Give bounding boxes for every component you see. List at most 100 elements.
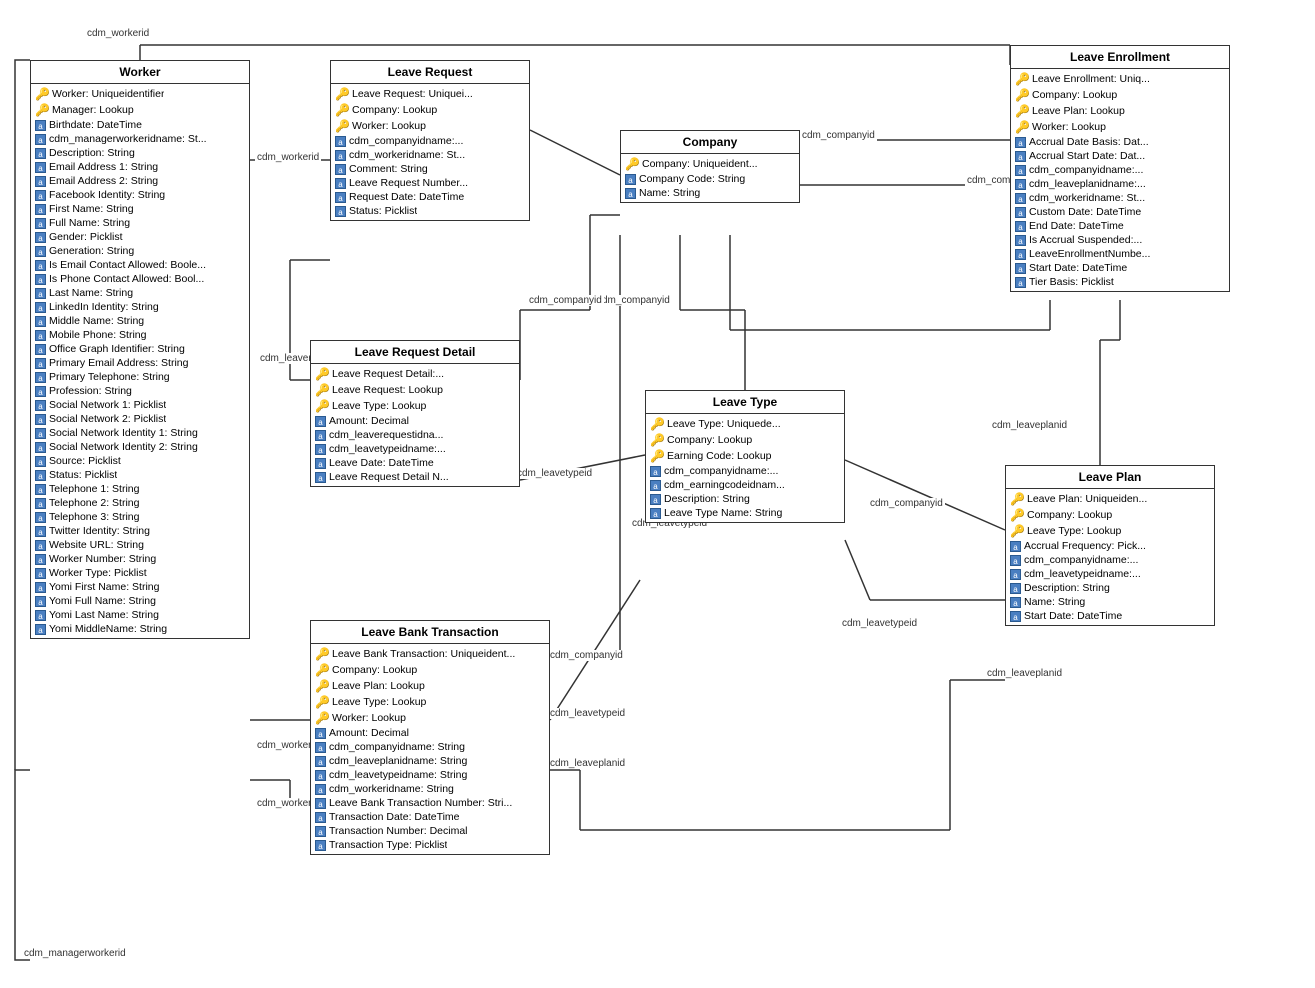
field-icon: a (1015, 179, 1026, 190)
field-icon: a (1010, 611, 1021, 622)
entity-body-leaveBankTransaction: 🔑Leave Bank Transaction: Uniqueident...🔑… (311, 644, 549, 854)
field-text: LeaveEnrollmentNumbe... (1029, 248, 1150, 260)
table-row: 🔑Worker: Lookup (331, 118, 529, 134)
table-row: aAmount: Decimal (311, 726, 549, 740)
table-row: acdm_companyidname:... (331, 134, 529, 148)
table-row: acdm_workeridname: St... (331, 148, 529, 162)
entity-header-company: Company (621, 131, 799, 154)
field-icon: a (35, 288, 46, 299)
key-gray-icon: 🔑 (315, 399, 329, 413)
field-icon: a (35, 134, 46, 145)
table-row: aLeave Date: DateTime (311, 456, 519, 470)
key-gold-icon: 🔑 (315, 367, 329, 381)
field-icon: a (35, 624, 46, 635)
field-icon: a (1015, 165, 1026, 176)
field-text: Transaction Number: Decimal (329, 825, 468, 837)
table-row: aSocial Network Identity 2: String (31, 440, 249, 454)
field-icon: a (35, 246, 46, 257)
field-text: Start Date: DateTime (1024, 610, 1122, 622)
entity-header-leaveRequestDetail: Leave Request Detail (311, 341, 519, 364)
field-text: cdm_leaveplanidname: String (329, 755, 467, 767)
key-gold-icon: 🔑 (1015, 72, 1029, 86)
field-text: Yomi Last Name: String (49, 609, 159, 621)
field-text: Comment: String (349, 163, 428, 175)
table-row: aSocial Network Identity 1: String (31, 426, 249, 440)
label-cdm-workerid-top: cdm_workerid (85, 28, 151, 39)
field-icon: a (335, 178, 346, 189)
field-text: Yomi First Name: String (49, 581, 159, 593)
field-text: cdm_companyidname: String (329, 741, 465, 753)
field-icon: a (35, 456, 46, 467)
table-row: aStart Date: DateTime (1011, 261, 1229, 275)
table-row: 🔑Leave Bank Transaction: Uniqueident... (311, 646, 549, 662)
field-text: Earning Code: Lookup (667, 450, 772, 462)
field-icon: a (1015, 137, 1026, 148)
field-text: cdm_managerworkeridname: St... (49, 133, 207, 145)
table-row: aLeave Type Name: String (646, 506, 844, 520)
label-cdm-leaveplanid-1: cdm_leaveplanid (990, 420, 1069, 431)
field-text: Leave Type: Lookup (332, 696, 426, 708)
field-text: Social Network Identity 1: String (49, 427, 198, 439)
entity-leavePlan: Leave Plan🔑Leave Plan: Uniqueiden...🔑Com… (1005, 465, 1215, 626)
label-cdm-leavetypeid-1: cdm_leavetypeid (515, 468, 594, 479)
entity-body-leaveEnrollment: 🔑Leave Enrollment: Uniq...🔑Company: Look… (1011, 69, 1229, 291)
table-row: aLinkedIn Identity: String (31, 300, 249, 314)
entity-header-leaveBankTransaction: Leave Bank Transaction (311, 621, 549, 644)
field-text: Leave Type Name: String (664, 507, 782, 519)
field-text: Website URL: String (49, 539, 144, 551)
field-icon: a (315, 798, 326, 809)
diagram-container: cdm_workerid cdm_workerid cdm_workerid c… (0, 0, 1315, 988)
key-gold-icon: 🔑 (625, 157, 639, 171)
field-icon: a (315, 458, 326, 469)
field-text: Description: String (664, 493, 750, 505)
table-row: acdm_companyidname:... (1011, 163, 1229, 177)
field-text: Worker Type: Picklist (49, 567, 147, 579)
table-row: 🔑Earning Code: Lookup (646, 448, 844, 464)
table-row: acdm_workeridname: St... (1011, 191, 1229, 205)
field-icon: a (35, 540, 46, 551)
field-text: Company: Lookup (1027, 509, 1112, 521)
label-cdm-companyid-2: cdm_companyid (595, 295, 672, 306)
table-row: aAccrual Frequency: Pick... (1006, 539, 1214, 553)
table-row: aTransaction Type: Picklist (311, 838, 549, 852)
table-row: acdm_leavetypeidname:... (1006, 567, 1214, 581)
field-text: Email Address 1: String (49, 161, 158, 173)
table-row: 🔑Leave Enrollment: Uniq... (1011, 71, 1229, 87)
field-icon: a (35, 414, 46, 425)
key-gray-icon: 🔑 (650, 449, 664, 463)
field-icon: a (315, 472, 326, 483)
table-row: aLeave Request Detail N... (311, 470, 519, 484)
label-cdm-leavetypeid-lp: cdm_leavetypeid (840, 618, 919, 629)
field-text: Worker: Lookup (352, 120, 426, 132)
field-text: Custom Date: DateTime (1029, 206, 1141, 218)
table-row: aSource: Picklist (31, 454, 249, 468)
table-row: acdm_leaverequestidna... (311, 428, 519, 442)
field-icon: a (315, 742, 326, 753)
field-text: Is Phone Contact Allowed: Bool... (49, 273, 204, 285)
field-icon: a (35, 498, 46, 509)
table-row: aEmail Address 2: String (31, 174, 249, 188)
field-text: cdm_leaveplanidname:... (1029, 178, 1146, 190)
field-text: Yomi MiddleName: String (49, 623, 167, 635)
field-text: LinkedIn Identity: String (49, 301, 159, 313)
field-text: cdm_leavetypeidname:... (1024, 568, 1141, 580)
field-text: cdm_companyidname:... (664, 465, 778, 477)
field-icon: a (35, 344, 46, 355)
entity-leaveBankTransaction: Leave Bank Transaction🔑Leave Bank Transa… (310, 620, 550, 855)
field-text: Worker: Lookup (332, 712, 406, 724)
field-icon: a (650, 466, 661, 477)
field-icon: a (35, 162, 46, 173)
entity-header-leaveRequest: Leave Request (331, 61, 529, 84)
table-row: aLeave Bank Transaction Number: Stri... (311, 796, 549, 810)
field-icon: a (35, 204, 46, 215)
key-gold-icon: 🔑 (650, 417, 664, 431)
table-row: aYomi Last Name: String (31, 608, 249, 622)
field-text: Company Code: String (639, 173, 745, 185)
field-icon: a (315, 812, 326, 823)
field-text: cdm_earningcodeidnam... (664, 479, 785, 491)
field-icon: a (335, 136, 346, 147)
table-row: aFacebook Identity: String (31, 188, 249, 202)
field-icon: a (35, 596, 46, 607)
field-icon: a (1015, 263, 1026, 274)
field-icon: a (35, 428, 46, 439)
